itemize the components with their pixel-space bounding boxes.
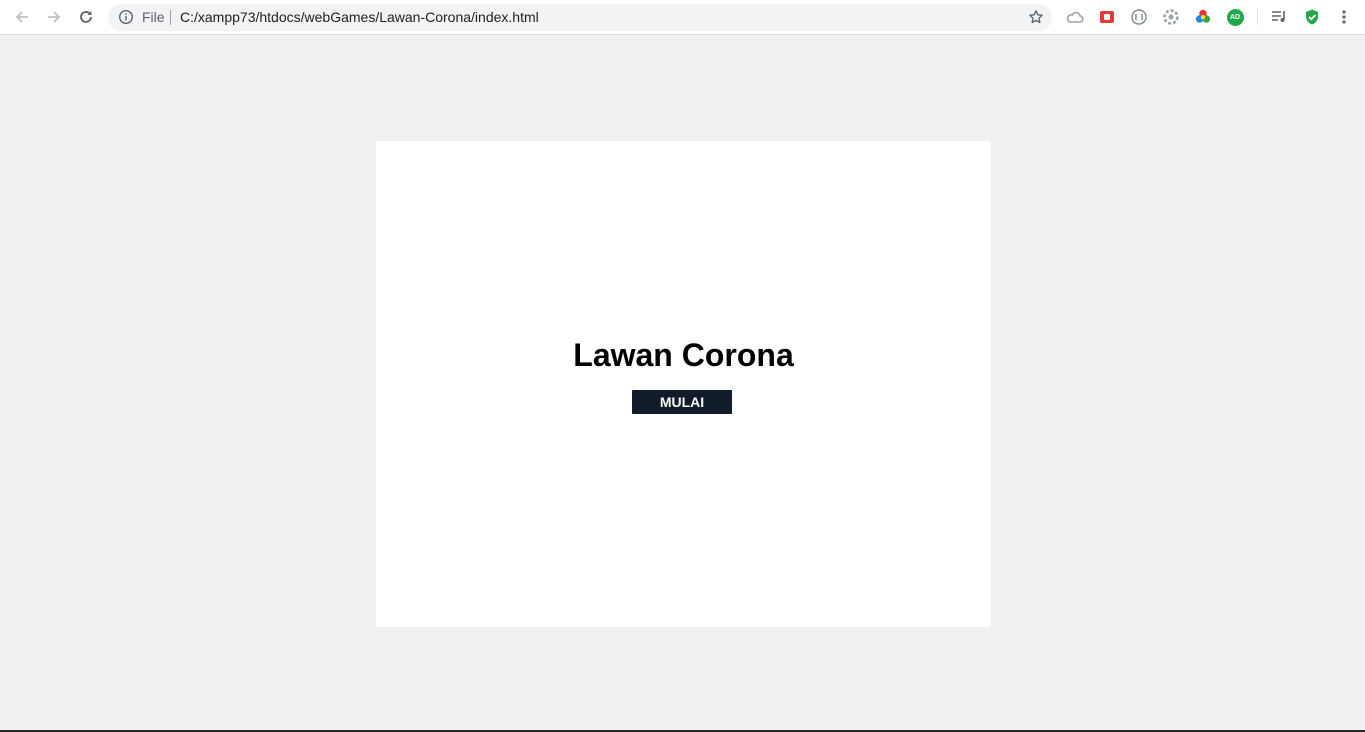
forward-button[interactable] (42, 5, 66, 29)
color-wheel-icon (1195, 9, 1211, 23)
extension-color-button[interactable] (1194, 8, 1212, 26)
bookmark-star-icon[interactable] (1028, 9, 1044, 25)
browser-toolbar: File C:/xampp73/htdocs/webGames/Lawan-Co… (0, 0, 1365, 35)
back-button[interactable] (10, 5, 34, 29)
reload-icon (80, 11, 92, 23)
menu-icon (1342, 10, 1346, 24)
cloud-extension-icon (1066, 11, 1084, 23)
playlist-icon (1272, 11, 1285, 22)
extension-circle-button[interactable] (1130, 8, 1148, 26)
extension-adblock-button[interactable]: AD (1226, 8, 1244, 26)
shield-check-icon (1306, 9, 1318, 25)
gear-extension-icon (1163, 9, 1179, 25)
circle-extension-icon (1131, 9, 1147, 25)
extension-cloud-button[interactable] (1066, 8, 1084, 26)
site-info-icon[interactable] (118, 9, 134, 25)
game-title: Lawan Corona (573, 337, 794, 373)
address-bar[interactable]: File C:/xampp73/htdocs/webGames/Lawan-Co… (108, 4, 1052, 31)
start-button[interactable]: MULAI (632, 390, 732, 414)
extension-gear-button[interactable] (1162, 8, 1180, 26)
adblock-icon-label: AD (1229, 13, 1241, 21)
url-text[interactable]: C:/xampp73/htdocs/webGames/Lawan-Corona/… (180, 9, 539, 26)
browser-menu-button[interactable] (1335, 8, 1353, 26)
red-extension-icon (1100, 11, 1114, 23)
extension-shield-button[interactable] (1303, 8, 1321, 26)
toolbar-divider (1257, 9, 1258, 25)
forward-icon (48, 11, 61, 23)
url-scheme-label: File (142, 9, 165, 25)
extension-red-button[interactable] (1098, 8, 1116, 26)
url-separator (170, 10, 171, 25)
back-icon (15, 11, 28, 23)
media-control-button[interactable] (1270, 8, 1288, 26)
adblock-icon: AD (1226, 8, 1244, 26)
reload-button[interactable] (74, 5, 98, 29)
game-container: Lawan Corona MULAI (376, 141, 991, 627)
